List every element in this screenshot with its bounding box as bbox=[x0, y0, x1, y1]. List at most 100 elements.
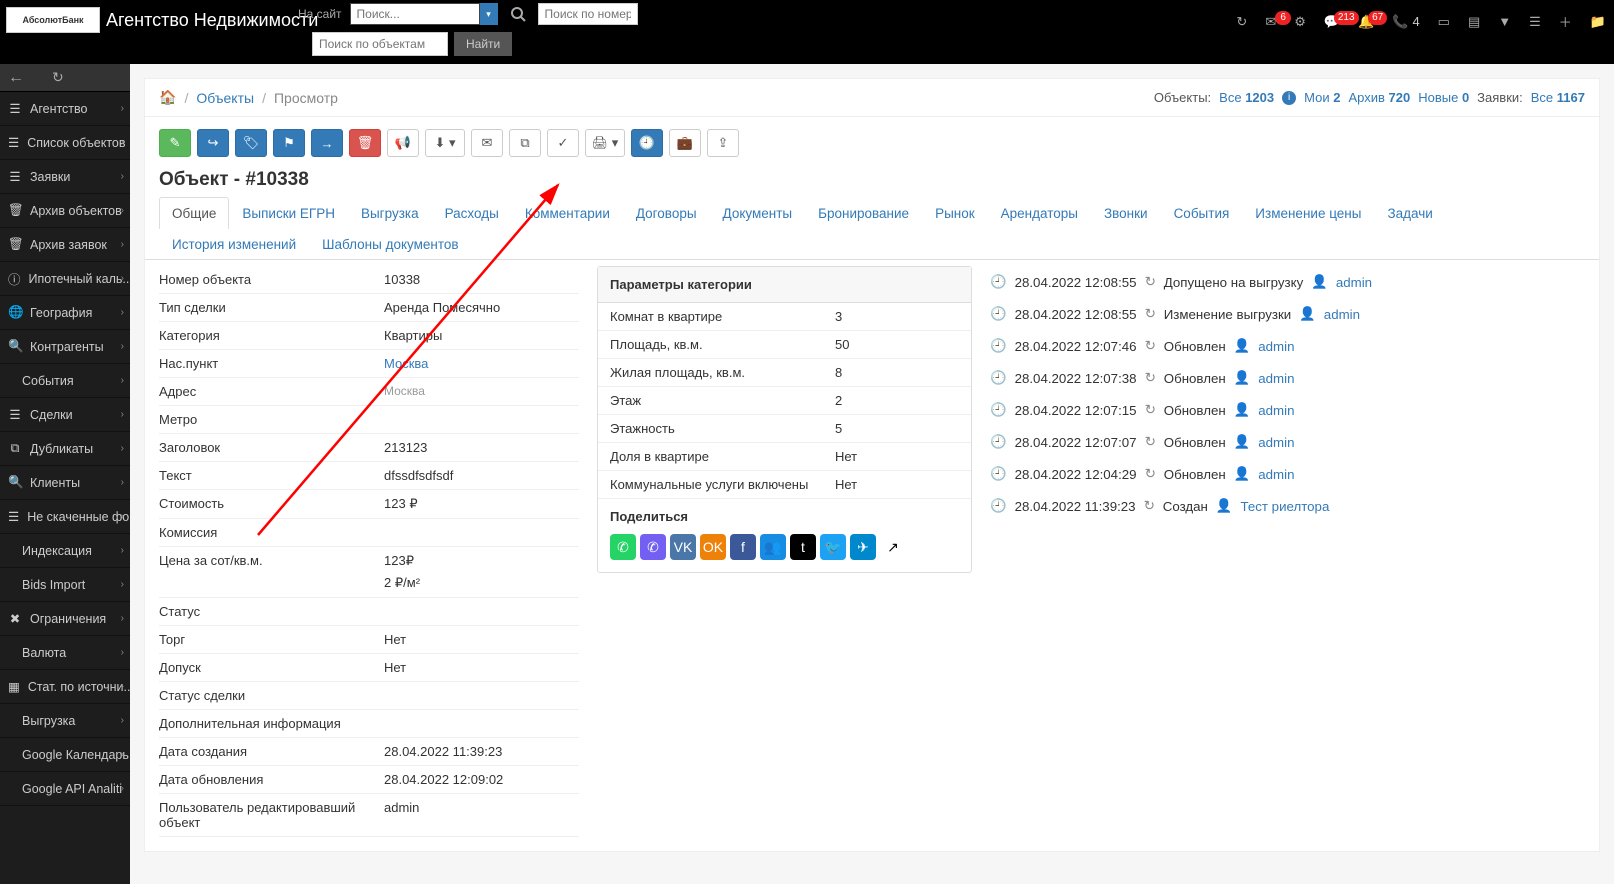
search-dropdown-toggle[interactable]: ▾ bbox=[480, 3, 498, 25]
value-city-link[interactable]: Москва bbox=[384, 356, 428, 371]
add-icon[interactable]: ＋ bbox=[1559, 12, 1572, 31]
sidebar-item[interactable]: Google Календарь› bbox=[0, 738, 130, 772]
tab[interactable]: Арендаторы bbox=[988, 197, 1091, 229]
tab[interactable]: Звонки bbox=[1091, 197, 1161, 229]
mail-icon[interactable]: ✉6 bbox=[1265, 14, 1276, 30]
breadcrumb-objects[interactable]: Объекты bbox=[196, 90, 254, 106]
sidebar-item[interactable]: Валюта› bbox=[0, 636, 130, 670]
download-button[interactable]: ⬇ ▾ bbox=[425, 129, 465, 157]
clock-button[interactable]: 🕘 bbox=[631, 129, 663, 157]
history-user-link[interactable]: admin bbox=[1258, 435, 1294, 450]
export-button[interactable]: ⇪ bbox=[707, 129, 739, 157]
history-user-link[interactable]: admin bbox=[1258, 371, 1294, 386]
tag-button[interactable]: 🏷 bbox=[235, 129, 267, 157]
sidebar-item[interactable]: Выгрузка› bbox=[0, 704, 130, 738]
counts-new[interactable]: Новые 0 bbox=[1418, 90, 1469, 105]
sidebar-item[interactable]: ☰Заявки› bbox=[0, 160, 130, 194]
flag-button[interactable]: ⚑ bbox=[273, 129, 305, 157]
history-user-link[interactable]: admin bbox=[1258, 339, 1294, 354]
edit-button[interactable]: ✎ bbox=[159, 129, 191, 157]
history-user-link[interactable]: admin bbox=[1324, 307, 1360, 322]
share-icon[interactable]: OK bbox=[700, 534, 726, 560]
history-user-link[interactable]: admin bbox=[1258, 403, 1294, 418]
share-icon[interactable]: VK bbox=[670, 534, 696, 560]
share-button[interactable]: ↪ bbox=[197, 129, 229, 157]
share-icon[interactable]: f bbox=[730, 534, 756, 560]
sidebar-item[interactable]: 🌐География› bbox=[0, 296, 130, 330]
share-icon[interactable]: ↗ bbox=[880, 534, 906, 560]
tab[interactable]: Выписки ЕГРН bbox=[229, 197, 348, 229]
sidebar-item[interactable]: 🔍Клиенты› bbox=[0, 466, 130, 500]
folder-icon[interactable]: 📁 bbox=[1590, 14, 1606, 30]
sidebar-item[interactable]: ⓘИпотечный каль...› bbox=[0, 262, 130, 296]
tab[interactable]: Рынок bbox=[922, 197, 988, 229]
sidebar-item[interactable]: 🗑Архив заявок› bbox=[0, 228, 130, 262]
history-user-link[interactable]: admin bbox=[1258, 467, 1294, 482]
mail-button[interactable]: ✉ bbox=[471, 129, 503, 157]
sidebar-item[interactable]: ☰Не скаченные фо...› bbox=[0, 500, 130, 534]
counts-all[interactable]: Все 1203 bbox=[1219, 90, 1274, 105]
tab[interactable]: Бронирование bbox=[805, 197, 922, 229]
tab[interactable]: Комментарии bbox=[512, 197, 623, 229]
sidebar-item[interactable]: ⧉Дубликаты› bbox=[0, 432, 130, 466]
tab[interactable]: Изменение цены bbox=[1242, 197, 1374, 229]
sidebar-item[interactable]: ☰Сделки› bbox=[0, 398, 130, 432]
forward-button[interactable]: → bbox=[311, 129, 343, 157]
share-icon[interactable]: t bbox=[790, 534, 816, 560]
tab[interactable]: Задачи bbox=[1374, 197, 1445, 229]
sidebar-item[interactable]: Bids Import› bbox=[0, 568, 130, 602]
tab[interactable]: История изменений bbox=[159, 228, 309, 260]
list-icon[interactable]: ☰ bbox=[1529, 14, 1541, 30]
bell-icon[interactable]: 🔔67 bbox=[1358, 14, 1374, 30]
sidebar-item[interactable]: События› bbox=[0, 364, 130, 398]
refresh-icon[interactable]: ↻ bbox=[1236, 14, 1247, 30]
filter-icon[interactable]: ▼ bbox=[1498, 14, 1511, 29]
search-button[interactable] bbox=[506, 2, 530, 26]
counts-req-all[interactable]: Все 1167 bbox=[1531, 90, 1585, 105]
check-button[interactable]: ✓ bbox=[547, 129, 579, 157]
tab[interactable]: Документы bbox=[710, 197, 806, 229]
sidebar-item[interactable]: ▦Стат. по источни...› bbox=[0, 670, 130, 704]
to-site-link[interactable]: На сайт bbox=[298, 7, 342, 21]
card-icon[interactable]: ▭ bbox=[1438, 14, 1450, 30]
sidebar-item[interactable]: 🔍Контрагенты› bbox=[0, 330, 130, 364]
tab[interactable]: Общие bbox=[159, 197, 229, 229]
history-user-link[interactable]: admin bbox=[1336, 275, 1372, 290]
delete-button[interactable]: 🗑 bbox=[349, 129, 381, 157]
number-search-input[interactable] bbox=[538, 3, 638, 25]
panel-icon[interactable]: ▤ bbox=[1468, 14, 1480, 30]
back-icon[interactable]: ← bbox=[8, 69, 24, 87]
phone-icon[interactable]: 📞4 bbox=[1392, 14, 1419, 30]
share-icon[interactable]: 🐦 bbox=[820, 534, 846, 560]
sidebar-item[interactable]: Google API Analiti› bbox=[0, 772, 130, 806]
share-icon[interactable]: ✈ bbox=[850, 534, 876, 560]
tab[interactable]: Расходы bbox=[432, 197, 512, 229]
sidebar-item[interactable]: ☰Агентство› bbox=[0, 92, 130, 126]
share-icon[interactable]: ✆ bbox=[640, 534, 666, 560]
print-button[interactable]: 🖨 ▾ bbox=[585, 129, 625, 157]
announce-button[interactable]: 📢 bbox=[387, 129, 419, 157]
object-search-input[interactable] bbox=[312, 32, 448, 56]
chat-icon[interactable]: 💬213 bbox=[1324, 14, 1340, 30]
counts-archive[interactable]: Архив 720 bbox=[1348, 90, 1410, 105]
gear-icon[interactable]: ⚙ bbox=[1294, 14, 1306, 30]
tab[interactable]: События bbox=[1161, 197, 1243, 229]
info-circle-icon[interactable]: i bbox=[1282, 91, 1296, 105]
sidebar-item[interactable]: ☰Список объектов› bbox=[0, 126, 130, 160]
copy-button[interactable]: ⧉ bbox=[509, 129, 541, 157]
sidebar-item[interactable]: ✖Ограничения› bbox=[0, 602, 130, 636]
briefcase-button[interactable]: 💼 bbox=[669, 129, 701, 157]
tab[interactable]: Договоры bbox=[623, 197, 710, 229]
history-user-link[interactable]: Тест риелтора bbox=[1240, 499, 1329, 514]
sidebar-item[interactable]: Индексация› bbox=[0, 534, 130, 568]
logo[interactable]: АбсолютБанк bbox=[6, 7, 100, 33]
home-icon[interactable]: 🏠 bbox=[159, 89, 176, 106]
global-search-input[interactable] bbox=[350, 3, 480, 25]
refresh-sidebar-icon[interactable]: ↻ bbox=[52, 69, 64, 86]
find-button[interactable]: Найти bbox=[454, 32, 512, 56]
share-icon[interactable]: 👥 bbox=[760, 534, 786, 560]
tab[interactable]: Шаблоны документов bbox=[309, 228, 471, 260]
tab[interactable]: Выгрузка bbox=[348, 197, 432, 229]
sidebar-item[interactable]: 🗑Архив объектов› bbox=[0, 194, 130, 228]
counts-mine[interactable]: Мои 2 bbox=[1304, 90, 1340, 105]
